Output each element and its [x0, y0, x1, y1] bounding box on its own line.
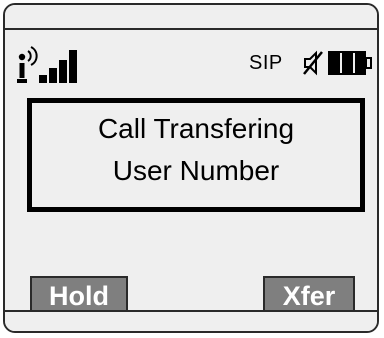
sip-status-label: SIP	[249, 52, 283, 74]
display-bezel-bottom	[5, 310, 377, 331]
message-line-1: Call Transfering	[97, 113, 295, 144]
lcd-screen: SIP Call Transfering User Number Hold Xf…	[5, 30, 377, 316]
message-line-2: User Number	[112, 155, 280, 186]
signal-strength-icon	[17, 46, 77, 83]
mute-icon	[303, 50, 323, 76]
display-bezel-top	[5, 5, 377, 30]
battery-icon	[328, 51, 372, 75]
phone-display: SIP Call Transfering User Number Hold Xf…	[3, 3, 379, 333]
message-box: Call Transfering User Number	[27, 98, 365, 212]
